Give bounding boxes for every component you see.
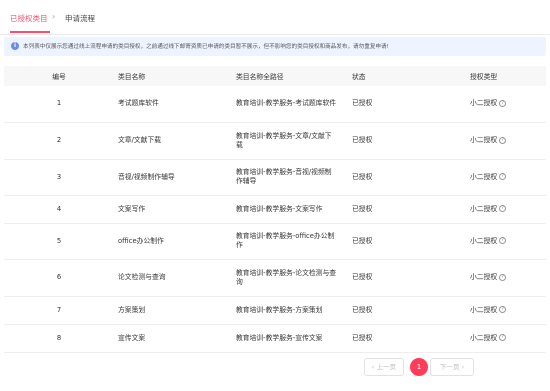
cell-type: 小二授权? <box>466 122 546 160</box>
cell-path: 教育培训-教学服务-文案写作 <box>232 195 348 224</box>
cell-no: 6 <box>4 259 114 297</box>
cell-path: 教育培训-教学服务-音视/视频制作辅导 <box>232 159 348 196</box>
table-row: 5 office办公制作 教育培训-教学服务-office办公制作 已授权 小二… <box>4 223 546 260</box>
cell-no: 8 <box>4 324 114 353</box>
cell-status: 已授权 <box>348 159 466 196</box>
table-row: 7 方案策划 教育培训-教学服务-方案策划 已授权 小二授权? <box>4 296 546 325</box>
header-path: 类目名称全路径 <box>232 66 348 86</box>
active-tab-indicator <box>10 31 50 33</box>
cell-status: 已授权 <box>348 324 466 353</box>
cell-path: 教育培训-教学服务-考试题库软件 <box>232 86 348 123</box>
cell-no: 1 <box>4 86 114 123</box>
cell-name: 论文检测与查询 <box>114 259 232 297</box>
auth-type-label: 小二授权 <box>470 204 498 213</box>
cell-path: 教育培训-教学服务-office办公制作 <box>232 223 348 260</box>
tab-bar: 已授权类目 › 申请流程 <box>0 0 550 35</box>
header-name: 类目名称 <box>114 66 232 86</box>
help-icon[interactable]: ? <box>499 173 507 180</box>
cell-name: 宣传文案 <box>114 324 232 353</box>
table-row: 3 音视/视频制作辅导 教育培训-教学服务-音视/视频制作辅导 已授权 小二授权… <box>4 159 546 196</box>
cell-type: 小二授权? <box>466 324 546 353</box>
help-icon[interactable]: ? <box>499 273 507 281</box>
page-1-button[interactable]: 1 <box>410 358 428 376</box>
help-icon[interactable]: ? <box>499 237 507 244</box>
cell-type: 小二授权? <box>466 259 546 297</box>
auth-type-label: 小二授权 <box>470 172 498 181</box>
chevron-right-icon: › <box>52 12 56 21</box>
cell-name: 考试题库软件 <box>114 86 232 123</box>
table-row: 2 文章/文献下载 教育培训-教学服务-文章/文献下载 已授权 小二授权? <box>4 122 546 160</box>
auth-type-label: 小二授权 <box>470 273 498 281</box>
category-table: 编号 类目名称 类目名称全路径 状态 授权类型 1 考试题库软件 教育培训-教学… <box>4 66 546 353</box>
auth-type-label: 小二授权 <box>470 99 498 108</box>
cell-status: 已授权 <box>348 86 466 123</box>
cell-type: 小二授权? <box>466 86 546 123</box>
cell-name: 文案写作 <box>114 195 232 224</box>
cell-no: 7 <box>4 296 114 325</box>
cell-type: 小二授权? <box>466 223 546 260</box>
next-page-button[interactable]: 下一页 › <box>430 358 474 376</box>
cell-path: 教育培训-教学服务-文章/文献下载 <box>232 122 348 160</box>
auth-type-label: 小二授权 <box>470 305 498 314</box>
notice-text: 本列表中仅展示您通过线上流程申请的类目授权，之前通过线下邮寄资质已申请的类目暂不… <box>23 44 389 50</box>
cell-path: 教育培训-教学服务-论文检测与查询 <box>232 259 348 297</box>
cell-path: 教育培训-教学服务-方案策划 <box>232 296 348 325</box>
header-status: 状态 <box>348 66 466 86</box>
cell-name: 音视/视频制作辅导 <box>114 159 232 196</box>
info-icon: i <box>11 42 19 50</box>
cell-type: 小二授权? <box>466 159 546 196</box>
cell-status: 已授权 <box>348 259 466 297</box>
auth-type-label: 小二授权 <box>470 333 498 342</box>
table-header-row: 编号 类目名称 类目名称全路径 状态 授权类型 <box>4 66 546 86</box>
table-row: 6 论文检测与查询 教育培训-教学服务-论文检测与查询 已授权 小二授权? <box>4 259 546 297</box>
cell-type: 小二授权? <box>466 296 546 325</box>
table-row: 1 考试题库软件 教育培训-教学服务-考试题库软件 已授权 小二授权? <box>4 86 546 123</box>
cell-status: 已授权 <box>348 296 466 325</box>
help-icon[interactable]: ? <box>499 99 507 107</box>
cell-name: office办公制作 <box>114 223 232 260</box>
cell-no: 2 <box>4 122 114 160</box>
cell-status: 已授权 <box>348 122 466 160</box>
cell-name: 方案策划 <box>114 296 232 325</box>
tab-authorized-categories[interactable]: 已授权类目 <box>10 13 48 24</box>
auth-type-label: 小二授权 <box>470 136 498 144</box>
cell-type: 小二授权? <box>466 195 546 224</box>
cell-no: 3 <box>4 159 114 196</box>
cell-status: 已授权 <box>348 195 466 224</box>
table-row: 8 宣传文案 教育培训-教学服务-宣传文案 已授权 小二授权? <box>4 324 546 353</box>
cell-name: 文章/文献下载 <box>114 122 232 160</box>
help-icon[interactable]: ? <box>499 306 507 313</box>
cell-path: 教育培训-教学服务-宣传文案 <box>232 324 348 353</box>
header-type: 授权类型 <box>466 66 546 86</box>
tab-application-process[interactable]: 申请流程 <box>65 13 95 24</box>
help-icon[interactable]: ? <box>499 334 507 341</box>
cell-no: 4 <box>4 195 114 224</box>
help-icon[interactable]: ? <box>499 205 507 212</box>
header-no: 编号 <box>4 66 114 86</box>
table-row: 4 文案写作 教育培训-教学服务-文案写作 已授权 小二授权? <box>4 195 546 224</box>
auth-type-label: 小二授权 <box>470 236 498 245</box>
cell-no: 5 <box>4 223 114 260</box>
help-icon[interactable]: ? <box>499 136 507 144</box>
notice-banner: i 本列表中仅展示您通过线上流程申请的类目授权，之前通过线下邮寄资质已申请的类目… <box>4 37 546 56</box>
cell-status: 已授权 <box>348 223 466 260</box>
prev-page-button[interactable]: ‹ 上一页 <box>364 358 404 376</box>
